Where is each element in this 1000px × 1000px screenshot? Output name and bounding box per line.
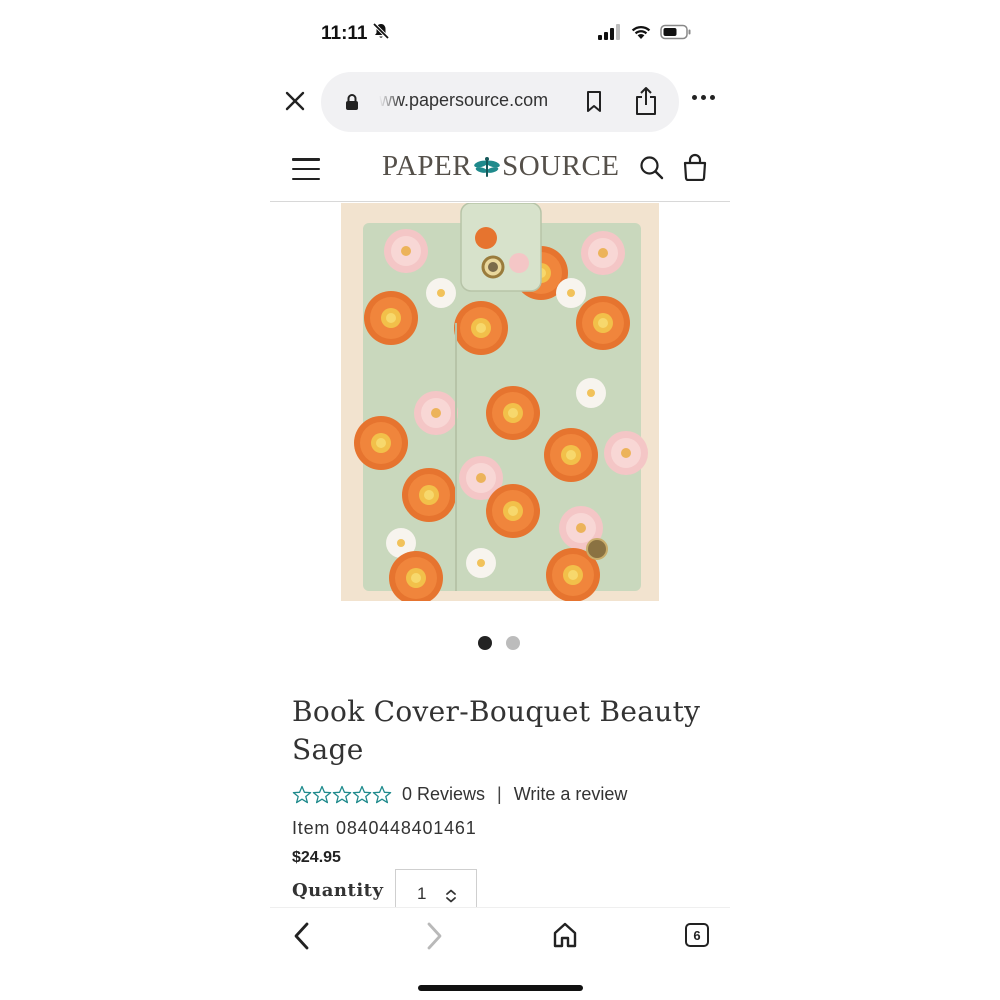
rating-stars[interactable]: [292, 785, 392, 805]
chevron-up-down-icon: [445, 888, 457, 907]
reviews-count-link[interactable]: 0 Reviews: [402, 784, 485, 805]
shopping-bag-icon[interactable]: [682, 153, 708, 185]
tabs-icon[interactable]: 6: [685, 923, 709, 947]
carousel-dot-2[interactable]: [506, 636, 520, 650]
quantity-label: Quantity: [292, 880, 384, 901]
wifi-icon: [630, 24, 652, 44]
tab-count: 6: [693, 927, 701, 943]
product-title: Book Cover-Bouquet Beauty Sage: [292, 695, 701, 766]
rating-row: 0 Reviews | Write a review: [292, 784, 627, 805]
bell-slash-icon: [372, 22, 390, 46]
search-icon[interactable]: [639, 155, 665, 185]
menu-icon[interactable]: [292, 158, 320, 180]
product-price: $24.95: [292, 849, 341, 866]
battery-icon: [660, 24, 692, 44]
url-fade: [379, 84, 401, 120]
status-icons: [598, 24, 692, 44]
share-icon[interactable]: [634, 86, 658, 120]
cellular-signal-icon: [598, 24, 622, 44]
quantity-value: 1: [417, 884, 427, 903]
home-indicator[interactable]: [418, 985, 583, 991]
carousel-dots: [478, 636, 520, 650]
site-logo[interactable]: PAPER SOURCE: [382, 150, 620, 183]
close-icon: [285, 91, 305, 115]
more-icon[interactable]: [692, 95, 715, 100]
forward-icon[interactable]: [424, 922, 444, 954]
lock-icon: [345, 94, 359, 114]
close-button[interactable]: [282, 90, 308, 116]
item-number: Item 0840448401461: [292, 818, 477, 838]
home-icon[interactable]: [552, 921, 578, 953]
url-text: ww.papersource.com: [379, 90, 549, 110]
logo-text-right: SOURCE: [502, 150, 620, 182]
header-divider: [270, 201, 730, 202]
logo-text-left: PAPER: [382, 150, 473, 182]
bookmark-icon[interactable]: [585, 90, 603, 118]
back-icon[interactable]: [292, 922, 312, 954]
status-time: 11:11: [321, 22, 390, 46]
product-image[interactable]: [341, 203, 659, 601]
carousel-dot-1[interactable]: [478, 636, 492, 650]
rating-separator: |: [497, 784, 502, 804]
address-bar[interactable]: ww.papersource.com: [321, 72, 679, 132]
write-review-link[interactable]: Write a review: [514, 784, 628, 805]
dragonfly-logo-icon: [473, 155, 501, 179]
status-time-text: 11:11: [321, 23, 368, 44]
star-rating-icons: [292, 785, 392, 803]
